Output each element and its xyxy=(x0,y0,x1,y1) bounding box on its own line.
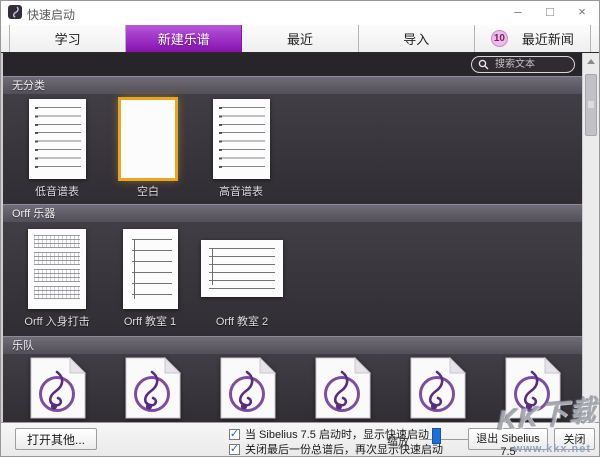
staff-lines xyxy=(219,107,265,172)
tab-learn[interactable]: 学习 xyxy=(9,25,126,52)
tab-bar: 学习 新建乐谱 最近 导入 10 最近新闻 xyxy=(1,25,599,53)
close-window-button[interactable]: × xyxy=(567,1,597,23)
show-after-close-checkbox[interactable]: ✓ 关闭最后一份总谱后，再次显示快速启动 xyxy=(229,441,443,457)
checkbox-icon[interactable]: ✓ xyxy=(229,429,240,440)
tab-new-score[interactable]: 新建乐谱 xyxy=(126,25,242,52)
zoom-slider-track[interactable] xyxy=(419,439,473,440)
template-label: Orff 入身打击 xyxy=(7,313,107,329)
section-body-band xyxy=(3,354,582,424)
scroll-down-arrow-icon[interactable] xyxy=(583,408,599,422)
window-title: 快速启动 xyxy=(27,6,75,23)
template-bass-staff[interactable] xyxy=(29,99,86,179)
staff-lines xyxy=(132,239,172,301)
template-orff-classroom-2[interactable] xyxy=(201,240,283,297)
score-file-icon[interactable] xyxy=(503,357,563,419)
zoom-label: 缩放 xyxy=(387,433,409,449)
section-header-uncategorized: 无分类 xyxy=(3,76,582,94)
template-label: 空白 xyxy=(98,183,198,199)
search-icon xyxy=(478,59,489,70)
minimize-button[interactable]: – xyxy=(503,1,533,23)
quick-start-window: 快速启动 – □ × 学习 新建乐谱 最近 导入 10 最近新闻 无分类 低音谱… xyxy=(0,0,600,457)
template-label: 低音谱表 xyxy=(7,183,107,199)
score-file-icon[interactable] xyxy=(123,357,183,419)
open-other-button[interactable]: 打开其他... xyxy=(15,428,97,450)
tab-recent[interactable]: 最近 xyxy=(242,25,358,52)
score-file-icon[interactable] xyxy=(313,357,373,419)
template-treble-staff[interactable] xyxy=(213,99,270,179)
score-file-icon[interactable] xyxy=(408,357,468,419)
template-browser: 无分类 低音谱表 空白 高音谱表 Orff 乐器 Orff 入身打击 Orff … xyxy=(1,53,599,424)
news-count-badge: 10 xyxy=(491,30,508,47)
vertical-scrollbar[interactable] xyxy=(582,53,599,424)
template-blank[interactable] xyxy=(121,100,175,178)
template-label: 高音谱表 xyxy=(191,183,291,199)
maximize-button[interactable]: □ xyxy=(535,1,565,23)
search-input[interactable] xyxy=(493,58,568,71)
staff-lines xyxy=(35,107,81,172)
tab-latest-news[interactable]: 10 最近新闻 xyxy=(475,25,591,52)
close-dialog-button[interactable]: 关闭 xyxy=(554,428,595,450)
footer-bar: 打开其他... ✓ 当 Sibelius 7.5 启动时，显示快速启动 ✓ 关闭… xyxy=(1,422,599,456)
sibelius-app-icon xyxy=(8,5,22,19)
tab-import[interactable]: 导入 xyxy=(359,25,475,52)
scroll-up-arrow-icon[interactable] xyxy=(583,55,599,69)
zoom-slider-handle[interactable] xyxy=(432,428,441,444)
title-bar: 快速启动 – □ × xyxy=(1,1,599,25)
template-label: Orff 教室 2 xyxy=(192,313,292,329)
template-orff-percussion[interactable] xyxy=(28,229,86,309)
section-header-band: 乐队 xyxy=(3,336,582,354)
section-header-orff: Orff 乐器 xyxy=(3,204,582,222)
score-file-icon[interactable] xyxy=(218,357,278,419)
scrollbar-thumb[interactable] xyxy=(585,74,597,136)
search-box[interactable] xyxy=(471,56,575,73)
staff-lines xyxy=(209,248,275,289)
checkbox-icon[interactable]: ✓ xyxy=(229,444,240,455)
score-file-icon[interactable] xyxy=(28,357,88,419)
template-orff-classroom-1[interactable] xyxy=(123,229,178,309)
quit-sibelius-button[interactable]: 退出 Sibelius 7.5 xyxy=(468,428,548,450)
template-label: Orff 教室 1 xyxy=(100,313,200,329)
